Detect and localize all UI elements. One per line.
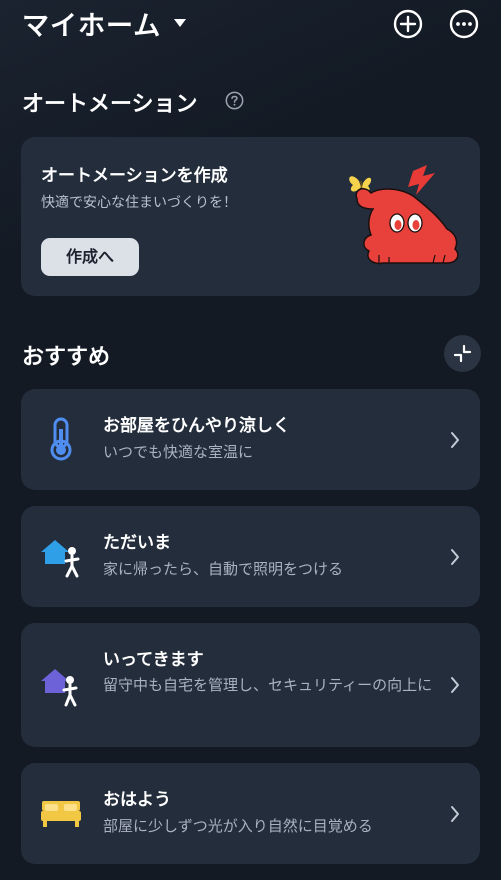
item-subtitle: いつでも快適な室温に	[103, 443, 254, 461]
recommend-item-welcome-home[interactable]: ただいま 家に帰ったら、自動で照明をつける	[21, 506, 480, 607]
recommend-item-going-out[interactable]: いってきます 留守中も自宅を管理し、セキュリティーの向上に	[21, 623, 480, 747]
chevron-right-icon	[451, 806, 459, 822]
create-automation-card: オートメーションを作成 快適で安心な住まいづくりを！ 作成へ	[21, 137, 480, 296]
recommend-item-cool-room[interactable]: お部屋をひんやり涼しく いつでも快適な室温に	[21, 389, 480, 490]
item-title: ただいま	[103, 533, 171, 553]
more-horizontal-icon[interactable]	[449, 9, 479, 39]
item-title: いってきます	[103, 650, 204, 670]
chevron-right-icon	[451, 549, 459, 565]
chevron-right-icon	[451, 677, 459, 693]
top-bar: マイホーム	[0, 0, 501, 48]
bed-icon	[41, 801, 81, 827]
item-subtitle: 家に帰ったら、自動で照明をつける	[103, 560, 344, 578]
chevron-right-icon	[451, 432, 459, 448]
red-creature-mascot-icon	[349, 165, 459, 265]
item-subtitle: 部屋に少しずつ光が入り自然に目覚める	[103, 817, 373, 835]
recommended-section-title: おすすめ	[22, 345, 111, 370]
question-circle-icon[interactable]	[225, 91, 244, 110]
item-subtitle: 留守中も自宅を管理し、セキュリティーの向上に	[103, 676, 433, 694]
recommend-item-good-morning[interactable]: おはよう 部屋に少しずつ光が入り自然に目覚める	[21, 763, 480, 864]
create-button[interactable]: 作成へ	[41, 238, 139, 276]
home-leave-icon	[41, 669, 78, 707]
collapse-arrows-icon	[453, 344, 472, 363]
collapse-button[interactable]	[444, 335, 481, 372]
automation-section-title: オートメーション	[22, 92, 198, 117]
home-arrive-icon	[41, 540, 80, 578]
caret-down-icon[interactable]	[173, 18, 187, 28]
plus-circle-icon[interactable]	[393, 9, 423, 39]
create-card-title: オートメーションを作成	[41, 166, 228, 186]
thermometer-icon	[50, 417, 72, 461]
create-card-subtitle: 快適で安心な住まいづくりを！	[41, 195, 237, 211]
home-selector-title[interactable]: マイホーム	[22, 4, 161, 43]
item-title: お部屋をひんやり涼しく	[103, 416, 290, 436]
item-title: おはよう	[103, 790, 171, 810]
